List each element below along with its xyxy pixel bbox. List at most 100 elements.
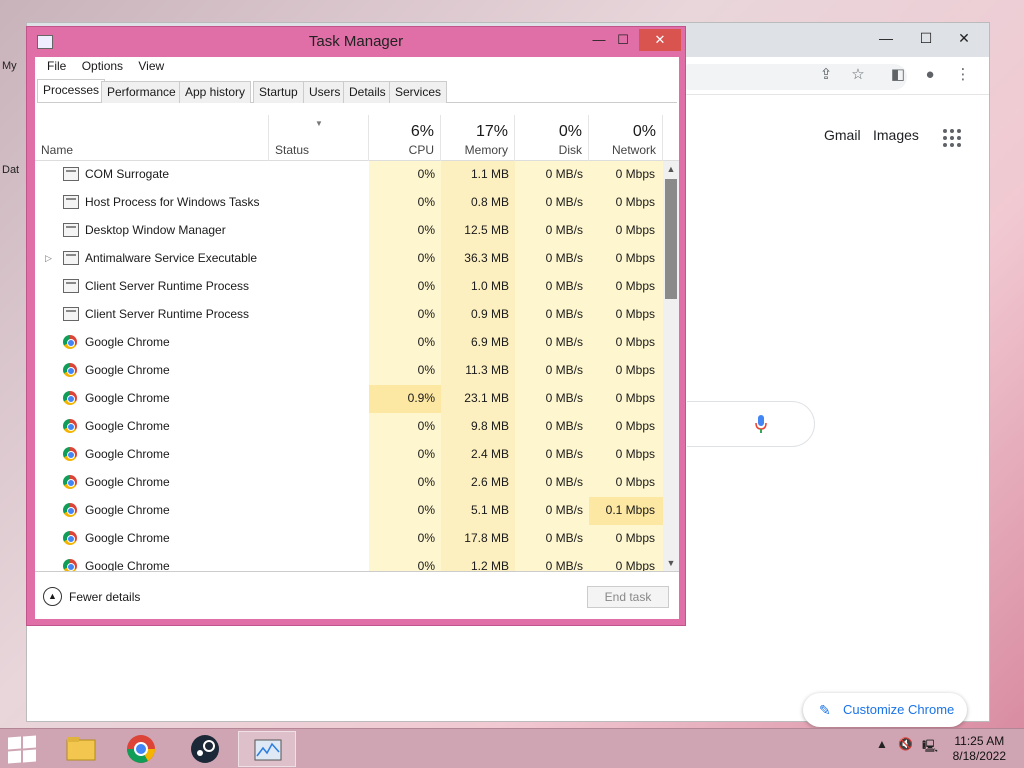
end-task-button[interactable]: End task [587, 586, 669, 608]
chrome-icon [63, 391, 77, 405]
process-row[interactable]: Google Chrome 0% 2.4 MB 0 MB/s 0 Mbps [35, 441, 663, 469]
process-row[interactable]: Google Chrome 0.9% 23.1 MB 0 MB/s 0 Mbps [35, 385, 663, 413]
minimize-icon[interactable]: — [869, 27, 903, 49]
process-memory: 17.8 MB [464, 531, 509, 545]
maximize-icon[interactable]: ☐ [607, 29, 639, 51]
process-name: Client Server Runtime Process [85, 307, 250, 321]
process-row[interactable]: Desktop Window Manager 0% 12.5 MB 0 MB/s 0 M… [35, 217, 663, 245]
process-disk: 0 MB/s [545, 531, 583, 545]
images-link[interactable]: Images [873, 127, 919, 143]
menu-file[interactable]: File [41, 57, 72, 75]
process-cpu: 0% [417, 363, 435, 377]
network-total: 0% [632, 123, 656, 140]
scrollbar-thumb[interactable] [665, 179, 677, 299]
process-row[interactable]: Google Chrome 0% 5.1 MB 0 MB/s 0.1 Mbps [35, 497, 663, 525]
expand-arrow-icon[interactable]: ▷ [45, 253, 52, 264]
chrome-icon [63, 363, 77, 377]
column-memory[interactable]: 17% Memory [441, 115, 515, 161]
chrome-icon[interactable] [112, 731, 170, 767]
process-list: COM Surrogate 0% 1.1 MB 0 MB/s 0 Mbps Host Pr… [35, 161, 663, 571]
process-network: 0 Mbps [615, 447, 655, 461]
menu-view[interactable]: View [132, 57, 170, 75]
tab-processes[interactable]: Processes [37, 79, 106, 102]
process-row[interactable]: Google Chrome 0% 2.6 MB 0 MB/s 0 Mbps [35, 469, 663, 497]
chrome-icon [63, 447, 77, 461]
process-name: Host Process for Windows Tasks [85, 195, 260, 209]
process-row[interactable]: Google Chrome 0% 1.2 MB 0 MB/s 0 Mbps [35, 553, 663, 571]
process-cpu: 0% [417, 475, 435, 489]
process-memory: 2.6 MB [470, 475, 509, 489]
process-icon [63, 223, 79, 237]
process-row[interactable]: ▷ Antimalware Service Executable 0% 36.3 MB… [35, 245, 663, 273]
side-panel-icon[interactable]: ◧ [886, 63, 910, 87]
process-name: Desktop Window Manager [85, 223, 226, 237]
column-cpu[interactable]: 6% CPU [369, 115, 441, 161]
search-box[interactable] [687, 401, 815, 447]
column-network[interactable]: 0% Network [589, 115, 663, 161]
process-cpu: 0% [417, 307, 435, 321]
scroll-down-icon[interactable]: ▼ [663, 555, 679, 571]
process-row[interactable]: Google Chrome 0% 11.3 MB 0 MB/s 0 Mbps [35, 357, 663, 385]
desktop-icon-label[interactable]: Dat [2, 164, 19, 176]
process-name: Google Chrome [85, 475, 170, 489]
chrome-icon [63, 475, 77, 489]
process-row[interactable]: Client Server Runtime Process 0% 1.0 MB 0 M… [35, 273, 663, 301]
process-cpu: 0% [417, 447, 435, 461]
process-memory: 2.4 MB [470, 447, 509, 461]
tab-app-history[interactable]: App history [179, 81, 252, 103]
tab-services[interactable]: Services [389, 81, 448, 103]
close-icon[interactable]: ✕ [947, 27, 981, 49]
process-icon [63, 251, 79, 265]
tab-startup[interactable]: Startup [253, 81, 304, 103]
process-cpu: 0% [417, 559, 435, 571]
microphone-icon[interactable] [755, 415, 767, 433]
profile-icon[interactable]: ● [918, 63, 942, 87]
address-bar[interactable] [677, 64, 907, 90]
process-name: Google Chrome [85, 419, 170, 433]
process-name: Google Chrome [85, 363, 170, 377]
scroll-up-icon[interactable]: ▲ [663, 161, 679, 177]
fewer-details-button[interactable]: ▲ Fewer details [43, 587, 140, 607]
column-disk[interactable]: 0% Disk [515, 115, 589, 161]
menu-options[interactable]: Options [76, 57, 129, 75]
process-row[interactable]: COM Surrogate 0% 1.1 MB 0 MB/s 0 Mbps [35, 161, 663, 189]
process-row[interactable]: Google Chrome 0% 9.8 MB 0 MB/s 0 Mbps [35, 413, 663, 441]
apps-grid-icon[interactable] [943, 129, 961, 147]
tab-users[interactable]: Users [303, 81, 347, 103]
tab-performance[interactable]: Performance [101, 81, 182, 103]
task-manager-taskbar-icon[interactable] [238, 731, 296, 767]
file-explorer-icon[interactable] [52, 731, 110, 767]
column-name[interactable]: Name [35, 115, 269, 161]
process-name: Google Chrome [85, 335, 170, 349]
process-row[interactable]: Client Server Runtime Process 0% 0.9 MB 0 M… [35, 301, 663, 329]
customize-chrome-button[interactable]: ✎ Customize Chrome [803, 693, 967, 727]
process-name: Google Chrome [85, 503, 170, 517]
desktop-icon-label[interactable]: My [2, 60, 17, 72]
share-icon[interactable]: ⇪ [814, 63, 838, 87]
network-icon[interactable]: 🖳 [922, 737, 938, 758]
clock[interactable]: 11:25 AM 8/18/2022 [953, 734, 1006, 764]
process-row[interactable]: Google Chrome 0% 6.9 MB 0 MB/s 0 Mbps [35, 329, 663, 357]
process-memory: 12.5 MB [464, 223, 509, 237]
process-cpu: 0% [417, 251, 435, 265]
bookmark-star-icon[interactable]: ☆ [846, 63, 870, 87]
start-button[interactable] [8, 735, 38, 764]
more-menu-icon[interactable]: ⋮ [951, 63, 975, 87]
vertical-scrollbar[interactable]: ▲ ▼ [663, 161, 679, 571]
process-memory: 5.1 MB [470, 503, 509, 517]
show-hidden-icons-icon[interactable]: ▲ [876, 737, 888, 751]
gmail-link[interactable]: Gmail [824, 127, 861, 143]
tab-details[interactable]: Details [343, 81, 392, 103]
volume-muted-icon[interactable]: 🔇 [898, 737, 913, 751]
process-network: 0 Mbps [615, 223, 655, 237]
process-memory: 36.3 MB [464, 251, 509, 265]
chrome-icon [63, 503, 77, 517]
close-icon[interactable]: ✕ [639, 29, 681, 51]
process-cpu: 0% [417, 335, 435, 349]
process-row[interactable]: Google Chrome 0% 17.8 MB 0 MB/s 0 Mbps [35, 525, 663, 553]
process-cpu: 0% [417, 531, 435, 545]
process-row[interactable]: Host Process for Windows Tasks 0% 0.8 MB 0 … [35, 189, 663, 217]
disk-total: 0% [558, 123, 582, 140]
steam-icon[interactable] [176, 731, 234, 767]
maximize-icon[interactable]: ☐ [909, 27, 943, 49]
